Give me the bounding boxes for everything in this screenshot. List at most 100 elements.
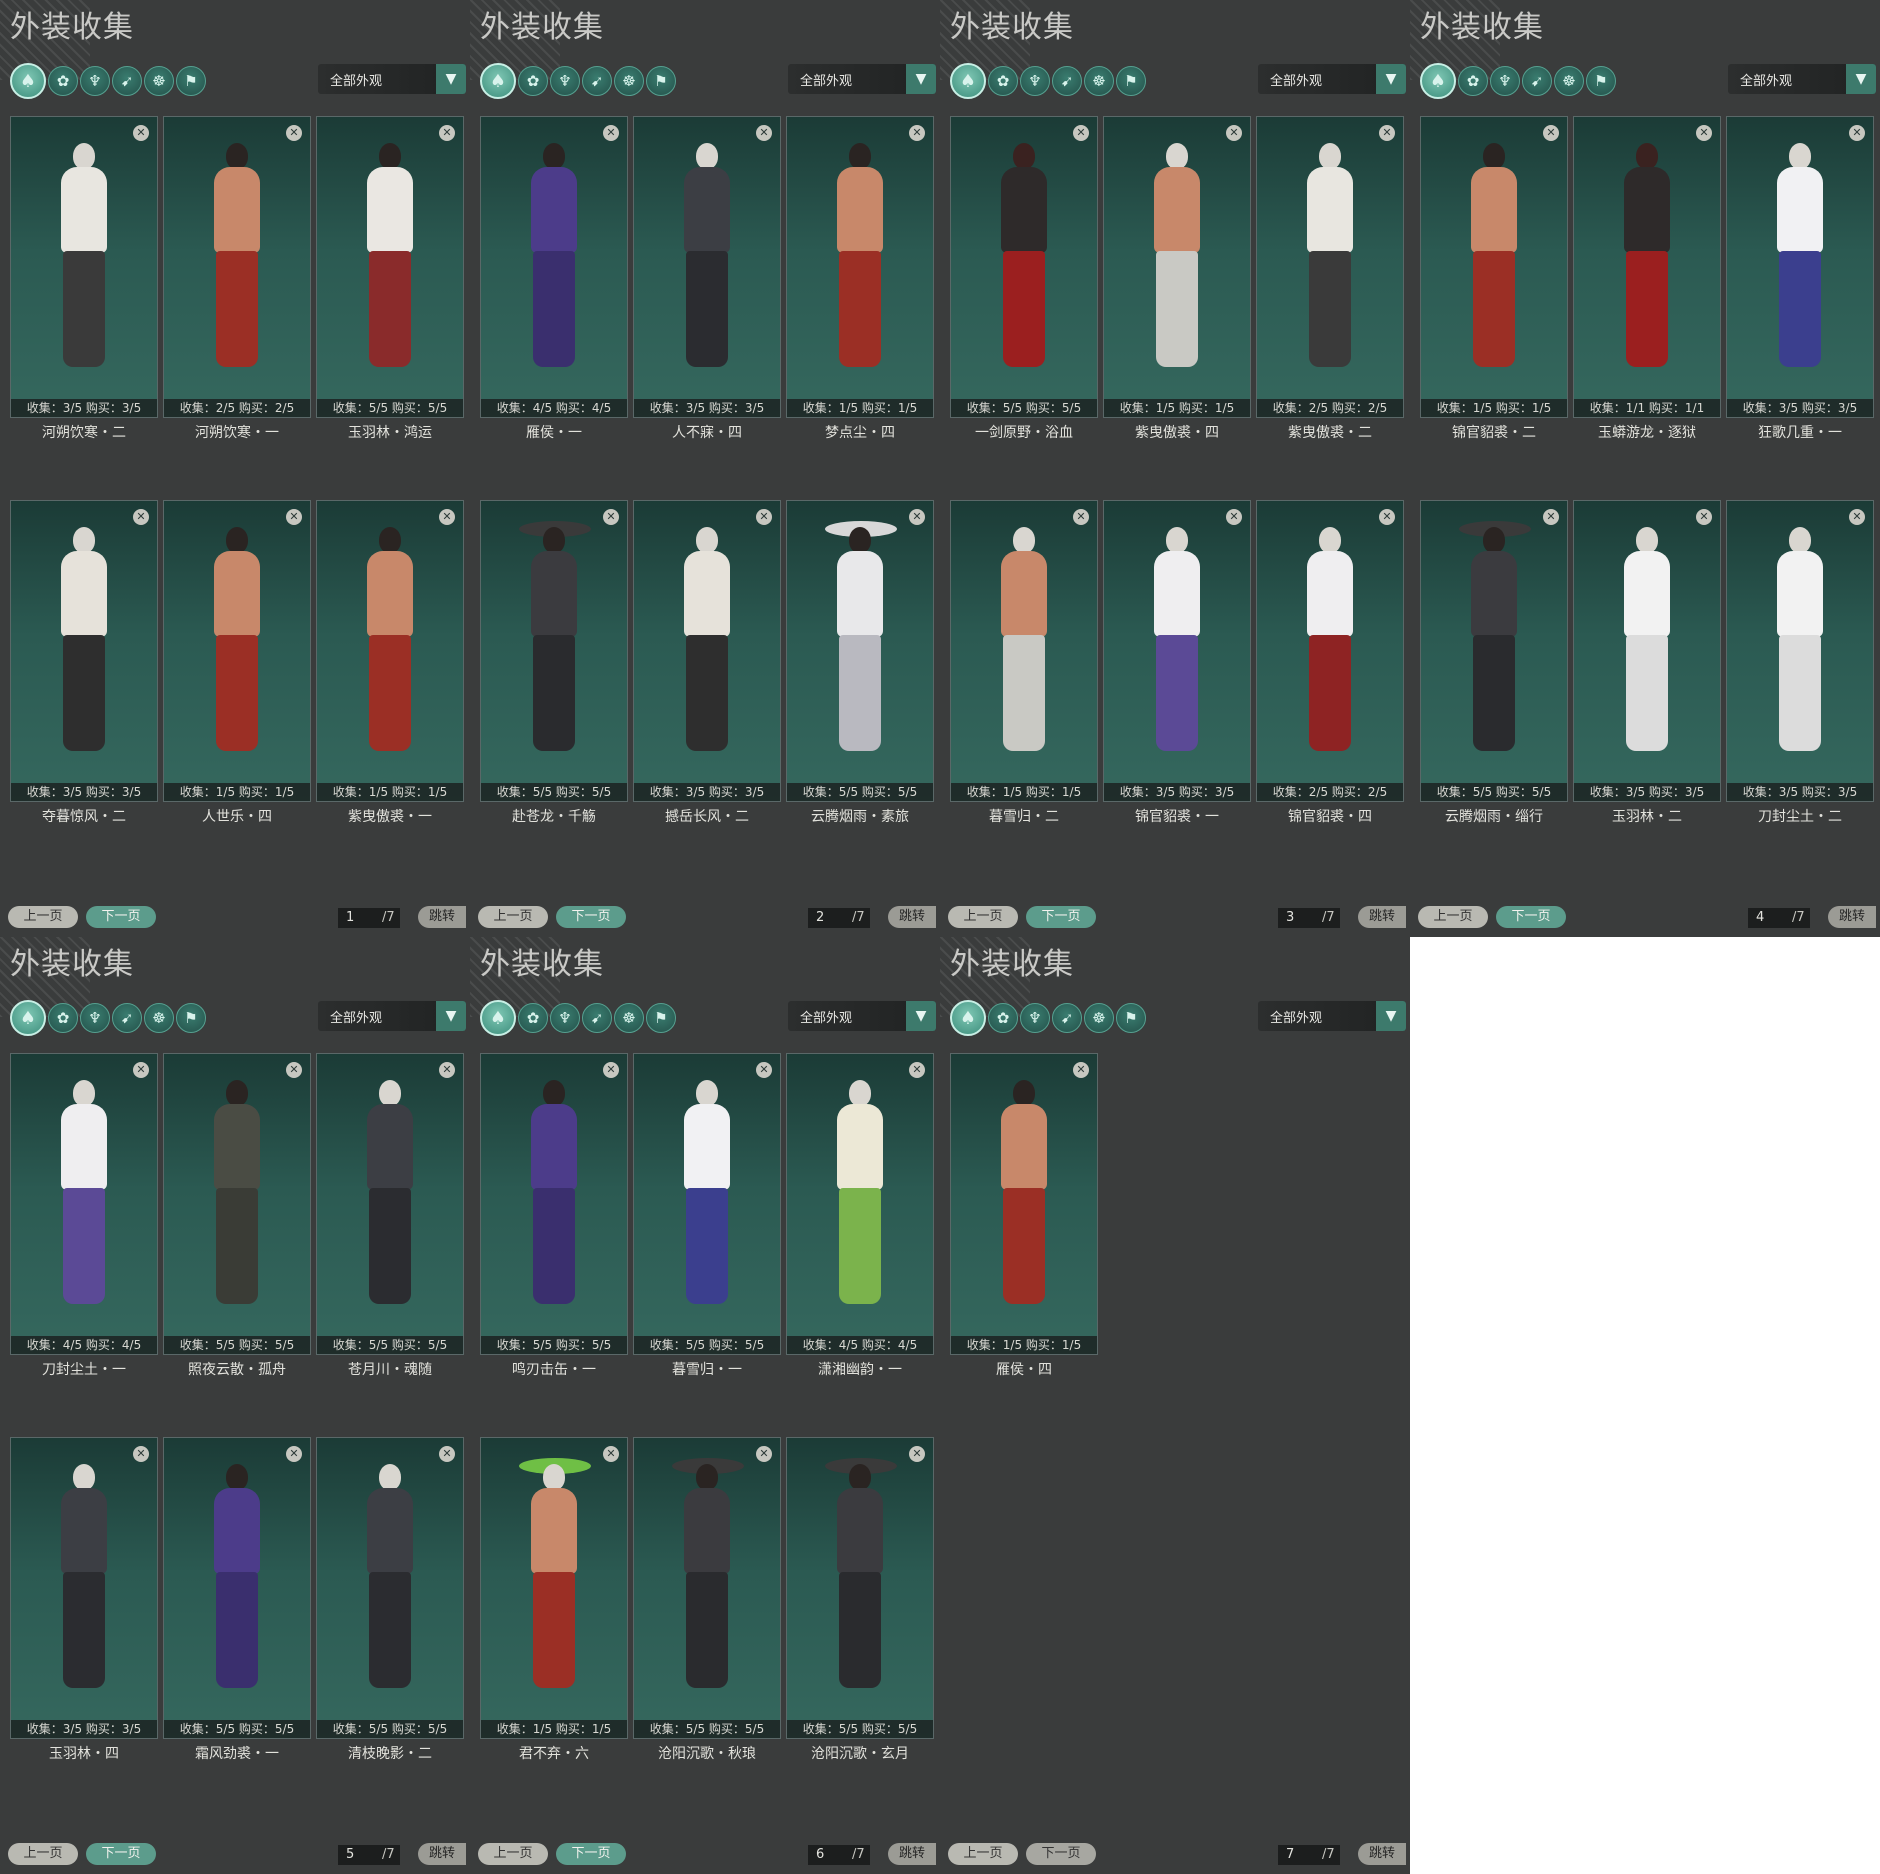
weapon-icon[interactable]: ➹ bbox=[112, 66, 142, 96]
pendant-icon[interactable]: ⚑ bbox=[646, 66, 676, 96]
outfit-card[interactable]: ✕ 收集：2/5 购买：2/5 bbox=[1256, 116, 1404, 418]
trash-icon[interactable]: ✕ bbox=[909, 509, 925, 525]
outfit-icon[interactable]: ♠ bbox=[1420, 63, 1456, 99]
trash-icon[interactable]: ✕ bbox=[286, 1446, 302, 1462]
outfit-card[interactable]: ✕ 收集：1/5 购买：1/5 bbox=[786, 116, 934, 418]
outfit-card[interactable]: ✕ 收集：3/5 购买：3/5 bbox=[1726, 500, 1874, 802]
outfit-card[interactable]: ✕ 收集：5/5 购买：5/5 bbox=[316, 1053, 464, 1355]
outfit-card[interactable]: ✕ 收集：4/5 购买：4/5 bbox=[786, 1053, 934, 1355]
next-page-button[interactable]: 下一页 bbox=[1496, 906, 1566, 928]
prev-page-button[interactable]: 上一页 bbox=[948, 906, 1018, 928]
outfit-card[interactable]: ✕ 收集：5/5 购买：5/5 bbox=[316, 116, 464, 418]
outfit-card[interactable]: ✕ 收集：4/5 购买：4/5 bbox=[10, 1053, 158, 1355]
shoulder-icon[interactable]: ♆ bbox=[80, 1003, 110, 1033]
next-page-button[interactable]: 下一页 bbox=[86, 1843, 156, 1865]
jump-button[interactable]: 跳转 bbox=[418, 906, 466, 928]
hair-icon[interactable]: ✿ bbox=[48, 66, 78, 96]
outfit-card[interactable]: ✕ 收集：1/1 购买：1/1 bbox=[1573, 116, 1721, 418]
prev-page-button[interactable]: 上一页 bbox=[8, 1843, 78, 1865]
trash-icon[interactable]: ✕ bbox=[909, 1062, 925, 1078]
pendant-icon[interactable]: ⚑ bbox=[1116, 66, 1146, 96]
outfit-card[interactable]: ✕ 收集：5/5 购买：5/5 bbox=[786, 1437, 934, 1739]
outfit-card[interactable]: ✕ 收集：4/5 购买：4/5 bbox=[480, 116, 628, 418]
appearance-filter-select[interactable]: 全部外观 ▼ bbox=[318, 1001, 466, 1031]
trash-icon[interactable]: ✕ bbox=[1379, 509, 1395, 525]
page-number-input[interactable]: 5/7 bbox=[338, 1845, 400, 1865]
trash-icon[interactable]: ✕ bbox=[1696, 509, 1712, 525]
hair-icon[interactable]: ✿ bbox=[988, 1003, 1018, 1033]
pendant-icon[interactable]: ⚑ bbox=[1116, 1003, 1146, 1033]
prev-page-button[interactable]: 上一页 bbox=[478, 906, 548, 928]
outfit-icon[interactable]: ♠ bbox=[950, 1000, 986, 1036]
chevron-down-icon[interactable]: ▼ bbox=[1376, 1001, 1406, 1031]
trash-icon[interactable]: ✕ bbox=[133, 125, 149, 141]
trash-icon[interactable]: ✕ bbox=[756, 509, 772, 525]
trash-icon[interactable]: ✕ bbox=[439, 1062, 455, 1078]
trash-icon[interactable]: ✕ bbox=[1073, 1062, 1089, 1078]
trash-icon[interactable]: ✕ bbox=[133, 1062, 149, 1078]
weapon-icon[interactable]: ➹ bbox=[1052, 1003, 1082, 1033]
trash-icon[interactable]: ✕ bbox=[1379, 125, 1395, 141]
outfit-icon[interactable]: ♠ bbox=[10, 63, 46, 99]
outfit-card[interactable]: ✕ 收集：5/5 购买：5/5 bbox=[633, 1437, 781, 1739]
outfit-card[interactable]: ✕ 收集：2/5 购买：2/5 bbox=[1256, 500, 1404, 802]
trash-icon[interactable]: ✕ bbox=[909, 125, 925, 141]
outfit-card[interactable]: ✕ 收集：3/5 购买：3/5 bbox=[633, 116, 781, 418]
outfit-card[interactable]: ✕ 收集：3/5 购买：3/5 bbox=[1726, 116, 1874, 418]
pendant-icon[interactable]: ⚑ bbox=[176, 66, 206, 96]
weapon-icon[interactable]: ➹ bbox=[112, 1003, 142, 1033]
next-page-button[interactable]: 下一页 bbox=[1026, 1843, 1096, 1865]
chevron-down-icon[interactable]: ▼ bbox=[906, 1001, 936, 1031]
outfit-card[interactable]: ✕ 收集：1/5 购买：1/5 bbox=[316, 500, 464, 802]
chevron-down-icon[interactable]: ▼ bbox=[1846, 64, 1876, 94]
weapon-icon[interactable]: ➹ bbox=[1052, 66, 1082, 96]
trash-icon[interactable]: ✕ bbox=[1226, 125, 1242, 141]
mount-icon[interactable]: ☸ bbox=[144, 1003, 174, 1033]
trash-icon[interactable]: ✕ bbox=[756, 125, 772, 141]
outfit-icon[interactable]: ♠ bbox=[480, 1000, 516, 1036]
jump-button[interactable]: 跳转 bbox=[888, 1843, 936, 1865]
outfit-card[interactable]: ✕ 收集：3/5 购买：3/5 bbox=[10, 500, 158, 802]
trash-icon[interactable]: ✕ bbox=[1543, 509, 1559, 525]
chevron-down-icon[interactable]: ▼ bbox=[436, 1001, 466, 1031]
outfit-card[interactable]: ✕ 收集：5/5 购买：5/5 bbox=[480, 500, 628, 802]
pendant-icon[interactable]: ⚑ bbox=[1586, 66, 1616, 96]
next-page-button[interactable]: 下一页 bbox=[1026, 906, 1096, 928]
appearance-filter-select[interactable]: 全部外观 ▼ bbox=[788, 1001, 936, 1031]
chevron-down-icon[interactable]: ▼ bbox=[1376, 64, 1406, 94]
appearance-filter-select[interactable]: 全部外观 ▼ bbox=[1728, 64, 1876, 94]
outfit-card[interactable]: ✕ 收集：1/5 购买：1/5 bbox=[163, 500, 311, 802]
page-number-input[interactable]: 6/7 bbox=[808, 1845, 870, 1865]
outfit-card[interactable]: ✕ 收集：5/5 购买：5/5 bbox=[950, 116, 1098, 418]
chevron-down-icon[interactable]: ▼ bbox=[436, 64, 466, 94]
jump-button[interactable]: 跳转 bbox=[418, 1843, 466, 1865]
jump-button[interactable]: 跳转 bbox=[1828, 906, 1876, 928]
pendant-icon[interactable]: ⚑ bbox=[176, 1003, 206, 1033]
trash-icon[interactable]: ✕ bbox=[603, 1062, 619, 1078]
page-number-input[interactable]: 3/7 bbox=[1278, 908, 1340, 928]
weapon-icon[interactable]: ➹ bbox=[1522, 66, 1552, 96]
outfit-card[interactable]: ✕ 收集：5/5 购买：5/5 bbox=[163, 1053, 311, 1355]
trash-icon[interactable]: ✕ bbox=[1849, 125, 1865, 141]
shoulder-icon[interactable]: ♆ bbox=[550, 66, 580, 96]
outfit-card[interactable]: ✕ 收集：3/5 购买：3/5 bbox=[1103, 500, 1251, 802]
trash-icon[interactable]: ✕ bbox=[603, 125, 619, 141]
mount-icon[interactable]: ☸ bbox=[144, 66, 174, 96]
hair-icon[interactable]: ✿ bbox=[988, 66, 1018, 96]
shoulder-icon[interactable]: ♆ bbox=[1020, 1003, 1050, 1033]
mount-icon[interactable]: ☸ bbox=[1084, 66, 1114, 96]
page-number-input[interactable]: 4/7 bbox=[1748, 908, 1810, 928]
shoulder-icon[interactable]: ♆ bbox=[550, 1003, 580, 1033]
trash-icon[interactable]: ✕ bbox=[133, 1446, 149, 1462]
jump-button[interactable]: 跳转 bbox=[888, 906, 936, 928]
weapon-icon[interactable]: ➹ bbox=[582, 66, 612, 96]
mount-icon[interactable]: ☸ bbox=[614, 66, 644, 96]
trash-icon[interactable]: ✕ bbox=[439, 125, 455, 141]
hair-icon[interactable]: ✿ bbox=[518, 66, 548, 96]
trash-icon[interactable]: ✕ bbox=[603, 1446, 619, 1462]
trash-icon[interactable]: ✕ bbox=[286, 1062, 302, 1078]
trash-icon[interactable]: ✕ bbox=[286, 509, 302, 525]
trash-icon[interactable]: ✕ bbox=[439, 509, 455, 525]
next-page-button[interactable]: 下一页 bbox=[86, 906, 156, 928]
trash-icon[interactable]: ✕ bbox=[756, 1062, 772, 1078]
